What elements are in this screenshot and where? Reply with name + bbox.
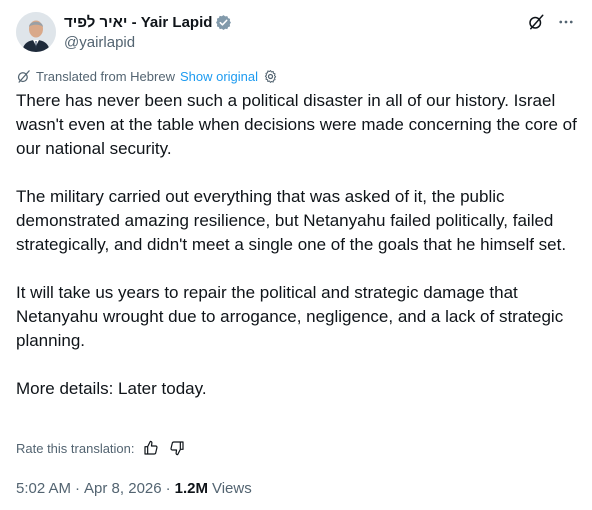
thumbs-up-icon[interactable] <box>143 440 159 456</box>
tweet-actions-top <box>526 12 576 32</box>
show-original-link[interactable]: Show original <box>180 69 258 84</box>
meta-separator: · <box>75 479 81 497</box>
translate-icon <box>16 69 31 84</box>
tweet-meta: 5:02 AM · Apr 8, 2026 · 1.2M Views <box>16 478 252 498</box>
grok-icon[interactable] <box>526 12 546 32</box>
tweet-paragraph: More details: Later today. <box>16 379 207 398</box>
gear-icon[interactable] <box>263 69 278 84</box>
verified-badge-icon <box>215 14 232 31</box>
thumbs-down-icon[interactable] <box>169 440 185 456</box>
tweet-paragraph: There has never been such a political di… <box>16 91 577 158</box>
avatar[interactable] <box>16 12 56 52</box>
meta-separator: · <box>165 479 171 497</box>
tweet-time[interactable]: 5:02 AM <box>16 480 71 497</box>
translated-label: Translated from Hebrew <box>36 68 175 84</box>
views-count: 1.2M <box>174 479 208 497</box>
author-display-name[interactable]: יאיר לפיד - Yair Lapid <box>64 14 212 31</box>
tweet-paragraph: It will take us years to repair the poli… <box>16 283 564 350</box>
tweet-paragraph: The military carried out everything that… <box>16 187 567 254</box>
rate-translation-label: Rate this translation: <box>16 440 135 456</box>
author-block: יאיר לפיד - Yair Lapid @yairlapid <box>64 13 232 51</box>
tweet-text: There has never been such a political di… <box>16 89 582 401</box>
views-label: Views <box>211 479 252 497</box>
tweet-header: יאיר לפיד - Yair Lapid @yairlapid <box>16 12 576 52</box>
translation-notice: Translated from Hebrew Show original <box>16 67 278 85</box>
rate-translation: Rate this translation: <box>16 438 185 458</box>
author-handle[interactable]: @yairlapid <box>64 34 232 51</box>
tweet-date[interactable]: Apr 8, 2026 <box>84 480 162 497</box>
more-options-icon[interactable] <box>556 12 576 32</box>
